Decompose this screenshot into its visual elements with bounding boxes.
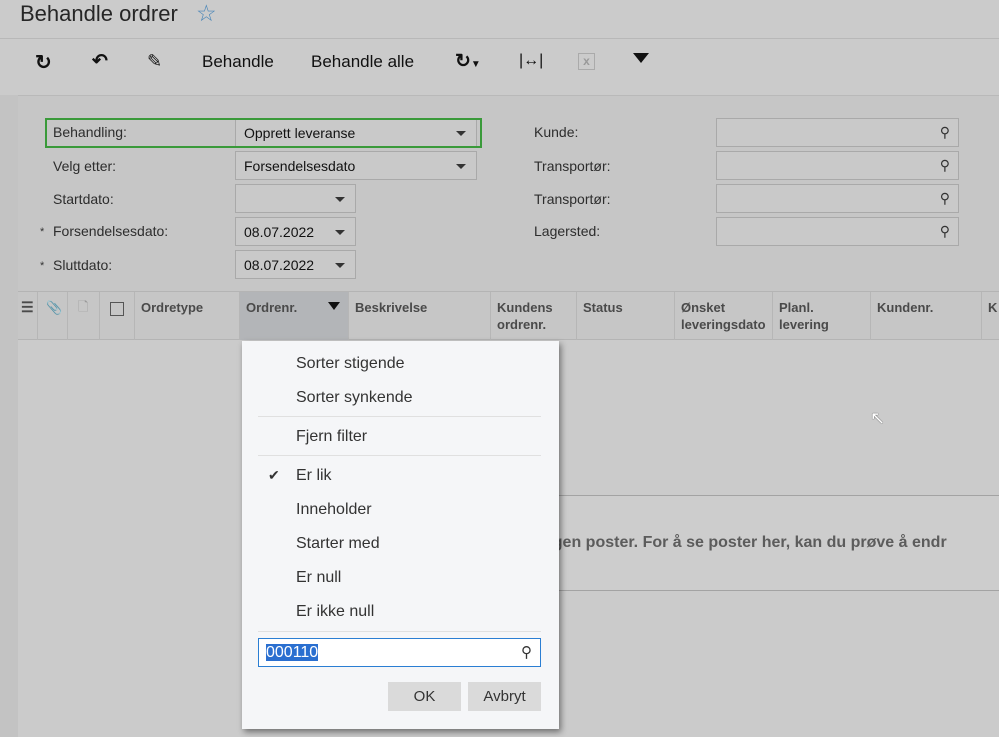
cancel-button[interactable]: Avbryt xyxy=(468,682,541,711)
filter-icon[interactable] xyxy=(328,302,340,310)
star-outline-icon[interactable]: ☆ xyxy=(196,0,217,27)
note-icon[interactable]: 🗋 xyxy=(68,292,100,340)
ok-button[interactable]: OK xyxy=(388,682,461,711)
divider xyxy=(258,455,541,456)
fit-columns-icon[interactable]: |↔| xyxy=(519,52,543,70)
column-kundens-ordrenr[interactable]: Kundens ordrenr. xyxy=(491,292,577,340)
sort-ascending-item[interactable]: Sorter stigende xyxy=(296,355,405,373)
search-icon[interactable]: ⚲ xyxy=(940,157,950,174)
filter-value-input[interactable]: 000110 ⚲ xyxy=(258,638,541,667)
transportor-field-2[interactable]: ⚲ xyxy=(716,184,959,213)
velg-etter-value: Forsendelsesdato xyxy=(244,158,356,174)
sluttdato-field[interactable]: 08.07.2022 xyxy=(235,250,356,279)
condition-equals-item[interactable]: Er lik xyxy=(296,467,332,485)
transportor-field[interactable]: ⚲ xyxy=(716,151,959,180)
search-icon[interactable]: ⚲ xyxy=(940,124,950,141)
grid-header: ☰ 📎 🗋 Ordretype Ordrenr. Beskrivelse Kun… xyxy=(18,291,999,340)
divider xyxy=(258,416,541,417)
search-icon[interactable]: ⚲ xyxy=(521,643,532,661)
required-marker: * xyxy=(40,226,45,238)
sluttdato-value: 08.07.2022 xyxy=(244,257,315,273)
forsendelsesdato-label: Forsendelsesdato: xyxy=(53,223,169,239)
mouse-cursor-icon: ↖ xyxy=(870,408,886,428)
startdato-label: Startdato: xyxy=(53,191,114,207)
sluttdato-label: Sluttdato: xyxy=(53,257,113,273)
column-onsket-leveringsdato[interactable]: Ønsket leveringsdato xyxy=(675,292,773,340)
column-ordrenr[interactable]: Ordrenr. xyxy=(240,292,349,340)
checkmark-icon: ✔ xyxy=(268,467,280,483)
kunde-field[interactable]: ⚲ xyxy=(716,118,959,147)
select-all-checkbox[interactable] xyxy=(100,292,135,340)
left-gutter xyxy=(0,95,18,737)
forsendelsesdato-value: 08.07.2022 xyxy=(244,224,315,240)
clear-filter-item[interactable]: Fjern filter xyxy=(296,428,367,446)
empty-message-text: ngen poster. For å se poster her, kan du… xyxy=(543,534,947,551)
filter-value-text: 000110 xyxy=(266,644,319,661)
excel-export-icon: x xyxy=(578,53,595,70)
attachment-icon[interactable]: 📎 xyxy=(38,292,68,340)
empty-grid-message: ngen poster. For å se poster her, kan du… xyxy=(543,495,999,591)
required-marker: * xyxy=(40,260,45,272)
condition-starts-with-item[interactable]: Starter med xyxy=(296,535,380,553)
sort-descending-item[interactable]: Sorter synkende xyxy=(296,389,413,407)
column-k[interactable]: K xyxy=(982,292,999,340)
column-ordretype[interactable]: Ordretype xyxy=(135,292,240,340)
forsendelsesdato-field[interactable]: 08.07.2022 xyxy=(235,217,356,246)
refresh-icon[interactable]: ↻ xyxy=(35,50,52,75)
column-beskrivelse[interactable]: Beskrivelse xyxy=(349,292,491,340)
highlight-box xyxy=(45,118,482,148)
process-button[interactable]: Behandle xyxy=(202,52,274,72)
lagersted-field[interactable]: ⚲ xyxy=(716,217,959,246)
column-planl-levering[interactable]: Planl. levering xyxy=(773,292,871,340)
condition-contains-item[interactable]: Inneholder xyxy=(296,501,372,519)
search-icon[interactable]: ⚲ xyxy=(940,190,950,207)
pencil-icon[interactable]: ✎ xyxy=(147,51,162,72)
condition-not-null-item[interactable]: Er ikke null xyxy=(296,603,374,621)
startdato-field[interactable] xyxy=(235,184,356,213)
column-filter-popup: Sorter stigende Sorter synkende Fjern fi… xyxy=(242,341,559,729)
column-kundenr[interactable]: Kundenr. xyxy=(871,292,982,340)
process-all-button[interactable]: Behandle alle xyxy=(311,52,414,72)
transportor-label: Transportør: xyxy=(534,158,611,174)
condition-is-null-item[interactable]: Er null xyxy=(296,569,341,587)
transportor-label-2: Transportør: xyxy=(534,191,611,207)
divider xyxy=(0,38,999,39)
clock-refresh-icon[interactable]: ↻▼ xyxy=(455,50,481,73)
filter-icon[interactable] xyxy=(633,53,649,63)
divider xyxy=(258,631,541,632)
row-settings-icon[interactable]: ☰ xyxy=(18,292,38,340)
search-icon[interactable]: ⚲ xyxy=(940,223,950,240)
velg-etter-label: Velg etter: xyxy=(53,158,117,174)
lagersted-label: Lagersted: xyxy=(534,223,601,239)
column-status[interactable]: Status xyxy=(577,292,675,340)
column-ordrenr-label: Ordrenr. xyxy=(246,300,298,315)
undo-icon[interactable]: ↶ xyxy=(92,50,108,73)
kunde-label: Kunde: xyxy=(534,124,579,140)
velg-etter-select[interactable]: Forsendelsesdato xyxy=(235,151,477,180)
page-title: Behandle ordrer xyxy=(20,1,178,26)
